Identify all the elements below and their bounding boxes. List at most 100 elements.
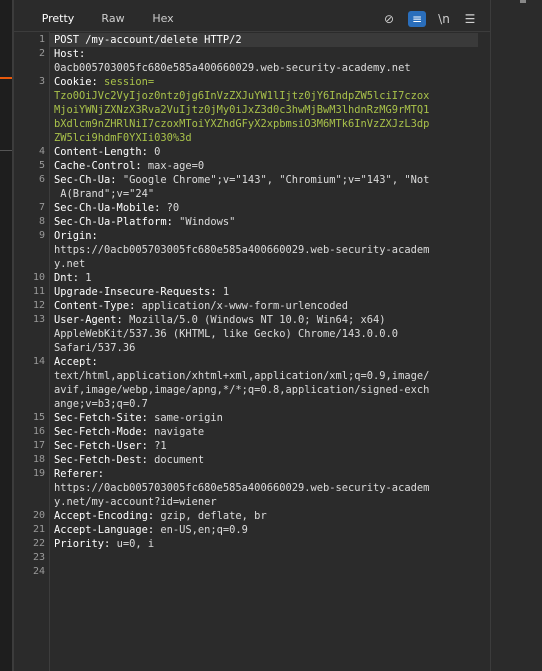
request-line[interactable]: Referer:: [54, 467, 484, 481]
header-value: same-origin: [147, 412, 223, 424]
header-value: application/x-www-form-urlencoded: [135, 300, 349, 312]
request-line[interactable]: Accept:: [54, 355, 484, 369]
request-line[interactable]: Sec-Ch-Ua: "Google Chrome";v="143", "Chr…: [54, 173, 484, 187]
request-line[interactable]: Dnt: 1: [54, 271, 484, 285]
header-value: avif,image/webp,image/apng,*/*;q=0.8,app…: [54, 384, 430, 396]
header-name: Upgrade-Insecure-Requests:: [54, 286, 217, 298]
tab-hex[interactable]: Hex: [148, 6, 178, 32]
line-number: 1: [38, 34, 45, 45]
request-line[interactable]: bXdlcm9nZHRlNiI7czoxMToiYXZhdGFyX2xpbmsi…: [54, 117, 484, 131]
header-name: Origin:: [54, 230, 98, 242]
line-number: 14: [32, 356, 45, 367]
header-value: Mozilla/5.0 (Windows NT 10.0; Win64; x64…: [122, 314, 386, 326]
header-value: A(Brand";v="24": [54, 188, 155, 200]
cookie-name: session=: [97, 76, 155, 88]
request-line[interactable]: avif,image/webp,image/apng,*/*;q=0.8,app…: [54, 383, 484, 397]
header-value: document: [147, 454, 205, 466]
line-number: 15: [32, 412, 45, 423]
line-number: 7: [38, 202, 45, 213]
request-line[interactable]: Content-Type: application/x-www-form-url…: [54, 299, 484, 313]
request-line[interactable]: Sec-Ch-Ua-Platform: "Windows": [54, 215, 484, 229]
editor-tabbar: Pretty Raw Hex ⊘ ≡ \n ☰: [14, 6, 490, 34]
eye-off-icon[interactable]: ⊘: [380, 11, 398, 27]
request-line[interactable]: Safari/537.36: [54, 341, 484, 355]
request-line[interactable]: Sec-Ch-Ua-Mobile: ?0: [54, 201, 484, 215]
tab-pretty[interactable]: Pretty: [28, 6, 88, 34]
request-line[interactable]: ange;v=b3;q=0.7: [54, 397, 484, 411]
header-value: y.net/my-account?id=wiener: [54, 496, 217, 508]
right-panel-strip: [490, 0, 542, 671]
header-value: "Google Chrome";v="143", "Chromium";v="1…: [116, 174, 430, 186]
header-value: 1: [79, 272, 92, 284]
header-name: Sec-Fetch-Site:: [54, 412, 148, 424]
request-line[interactable]: Cache-Control: max-age=0: [54, 159, 484, 173]
newline-icon[interactable]: \n: [435, 11, 453, 27]
cookie-value: Tzo0OiJVc2VyIjoz0ntz0jg6InVzZXJuYW1lIjtz…: [54, 90, 430, 102]
request-line[interactable]: MjoiYWNjZXNzX3Rva2VuIjtz0jMy0iJxZ3d0c3hw…: [54, 103, 484, 117]
request-line[interactable]: Content-Length: 0: [54, 145, 484, 159]
tab-raw[interactable]: Raw: [98, 6, 128, 32]
header-value: "Windows": [172, 216, 236, 228]
request-line[interactable]: Host:: [54, 47, 484, 61]
request-line[interactable]: text/html,application/xhtml+xml,applicat…: [54, 369, 484, 383]
header-name: User-Agent:: [54, 314, 123, 326]
request-line[interactable]: Sec-Fetch-Mode: navigate: [54, 425, 484, 439]
header-name: Accept:: [54, 356, 98, 368]
request-line[interactable]: Origin:: [54, 229, 484, 243]
header-name: Sec-Fetch-Mode:: [54, 426, 148, 438]
header-name: Content-Type:: [54, 300, 136, 312]
line-number: 4: [38, 146, 45, 157]
menu-icon[interactable]: ☰: [461, 11, 479, 27]
header-value: ?0: [160, 202, 180, 214]
request-line[interactable]: Accept-Encoding: gzip, deflate, br: [54, 509, 484, 523]
request-line[interactable]: POST /my-account/delete HTTP/2: [54, 33, 484, 47]
request-line[interactable]: A(Brand";v="24": [54, 187, 484, 201]
line-number: 3: [38, 76, 45, 87]
header-name: POST /my-account/delete HTTP/2: [54, 34, 242, 46]
header-name: Priority:: [54, 538, 111, 550]
request-line[interactable]: Cookie: session=: [54, 75, 484, 89]
request-line[interactable]: 0acb005703005fc680e585a400660029.web-sec…: [54, 61, 484, 75]
header-name: Sec-Fetch-User:: [54, 440, 148, 452]
header-name: Host:: [54, 48, 86, 60]
request-line[interactable]: User-Agent: Mozilla/5.0 (Windows NT 10.0…: [54, 313, 484, 327]
header-name: Sec-Ch-Ua-Mobile:: [54, 202, 161, 214]
line-number: 6: [38, 174, 45, 185]
header-name: Sec-Fetch-Dest:: [54, 454, 148, 466]
request-line[interactable]: Priority: u=0, i: [54, 537, 484, 551]
line-number: 12: [32, 300, 45, 311]
header-value: gzip, deflate, br: [154, 510, 267, 522]
line-number: 10: [32, 272, 45, 283]
request-line[interactable]: Sec-Fetch-User: ?1: [54, 439, 484, 453]
request-line[interactable]: https://0acb005703005fc680e585a400660029…: [54, 243, 484, 257]
header-value: max-age=0: [141, 160, 205, 172]
request-line[interactable]: y.net/my-account?id=wiener: [54, 495, 484, 509]
left-panel-strip: [0, 0, 12, 671]
request-line[interactable]: Tzo0OiJVc2VyIjoz0ntz0jg6InVzZXJuYW1lIjtz…: [54, 89, 484, 103]
header-name: Accept-Encoding:: [54, 510, 155, 522]
request-line[interactable]: y.net: [54, 257, 484, 271]
request-line[interactable]: Upgrade-Insecure-Requests: 1: [54, 285, 484, 299]
wrap-lines-icon[interactable]: ≡: [408, 11, 426, 27]
line-number: 24: [32, 566, 45, 577]
cookie-value: MjoiYWNjZXNzX3Rva2VuIjtz0jMy0iJxZ3d0c3hw…: [54, 104, 430, 116]
request-line[interactable]: AppleWebKit/537.36 (KHTML, like Gecko) C…: [54, 327, 484, 341]
header-value: text/html,application/xhtml+xml,applicat…: [54, 370, 430, 382]
request-line[interactable]: Sec-Fetch-Site: same-origin: [54, 411, 484, 425]
cookie-value: ZW5lci9hdmF0YXIi030%3d: [54, 132, 192, 144]
line-number: 18: [32, 454, 45, 465]
request-line[interactable]: Sec-Fetch-Dest: document: [54, 453, 484, 467]
line-number: 23: [32, 552, 45, 563]
line-number: 11: [32, 286, 45, 297]
header-value: https://0acb005703005fc680e585a400660029…: [54, 482, 430, 494]
left-panel-accent: [0, 77, 12, 79]
line-number: 16: [32, 426, 45, 437]
header-name: Cache-Control:: [54, 160, 142, 172]
header-value: u=0, i: [110, 538, 155, 550]
left-panel-divider: [0, 150, 12, 151]
line-number: 5: [38, 160, 45, 171]
header-value: 0: [147, 146, 161, 158]
request-line[interactable]: Accept-Language: en-US,en;q=0.9: [54, 523, 484, 537]
request-line[interactable]: ZW5lci9hdmF0YXIi030%3d: [54, 131, 484, 145]
request-line[interactable]: https://0acb005703005fc680e585a400660029…: [54, 481, 484, 495]
